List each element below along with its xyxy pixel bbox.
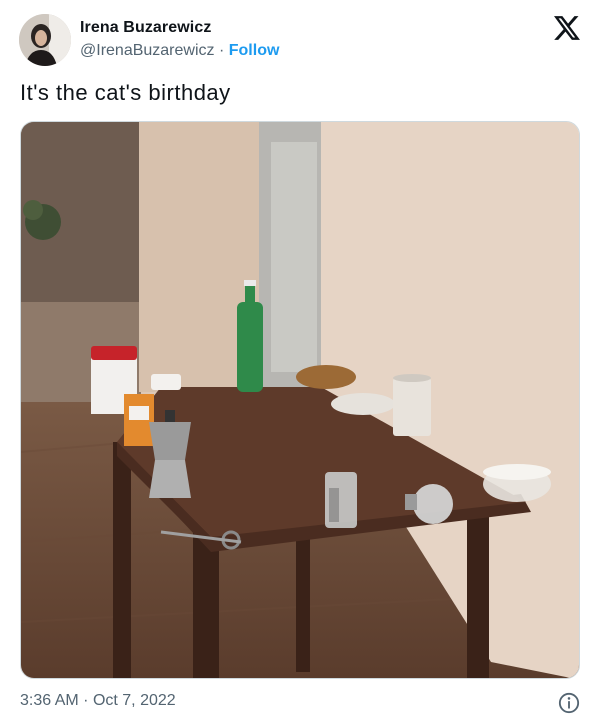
info-icon[interactable] — [558, 692, 580, 714]
x-logo-icon[interactable] — [554, 16, 580, 40]
handle-row: @IrenaBuzarewicz · Follow — [80, 42, 279, 60]
author-avatar[interactable] — [19, 14, 71, 66]
tweet-date[interactable]: Oct 7, 2022 — [93, 692, 176, 709]
tweet-timestamp: 3:36 AM · Oct 7, 2022 — [20, 692, 176, 710]
tweet-text: It's the cat's birthday — [20, 80, 231, 105]
follow-button[interactable]: Follow — [229, 42, 280, 59]
avatar-photo — [19, 14, 71, 66]
table-photo-illustration — [21, 122, 579, 678]
tweet-card: Irena Buzarewicz @IrenaBuzarewicz · Foll… — [0, 0, 600, 717]
author-handle[interactable]: @IrenaBuzarewicz — [80, 42, 215, 59]
tweet-photo[interactable] — [20, 121, 580, 679]
author-name[interactable]: Irena Buzarewicz — [80, 19, 211, 37]
tweet-time[interactable]: 3:36 AM — [20, 692, 79, 709]
meta-separator: · — [83, 692, 89, 709]
separator-dot: · — [218, 42, 225, 59]
